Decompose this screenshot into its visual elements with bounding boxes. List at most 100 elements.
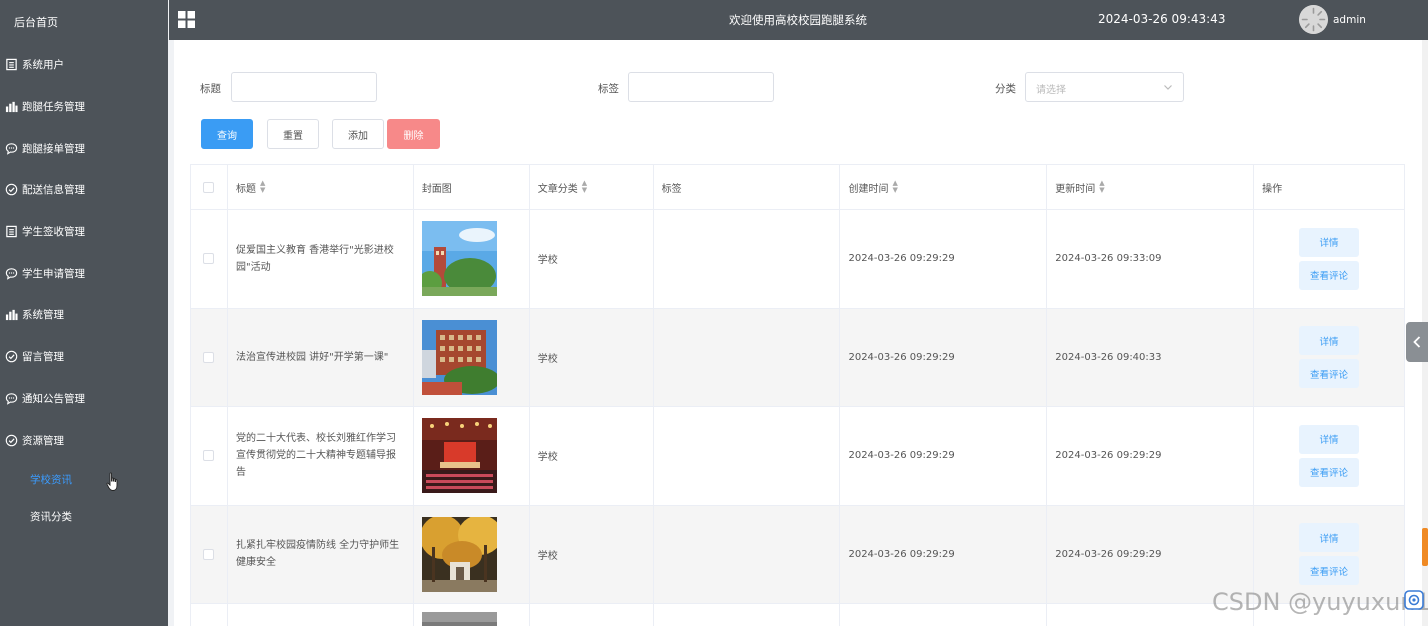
view-comments-button[interactable]: 查看评论 [1299, 260, 1360, 290]
category-cell: 学校 [529, 210, 654, 309]
header-cell-select [191, 165, 228, 210]
bar-chart-icon [4, 100, 18, 114]
sort-icon[interactable]: ▲ ▼ [582, 180, 587, 194]
created-cell: 2024-03-26 09:29:29 [840, 407, 1048, 506]
grid-menu-icon[interactable] [178, 11, 195, 28]
header-cell-category[interactable]: 文章分类 ▲ ▼ [529, 165, 654, 210]
reset-button[interactable]: 重置 [267, 119, 319, 149]
row-checkbox[interactable] [203, 253, 215, 265]
view-comments-button[interactable]: 查看评论 [1299, 556, 1360, 586]
cover-image[interactable] [421, 516, 497, 592]
sidebar-item-errand-orders[interactable]: 跑腿接单管理 [0, 127, 168, 169]
title-filter-label: 标题 [200, 83, 221, 95]
updated-value: 2024-03-26 09:33:09 [1055, 253, 1162, 265]
sidebar-item-label: 留言管理 [22, 351, 64, 364]
header-cell-created[interactable]: 创建时间 ▲ ▼ [840, 165, 1048, 210]
view-comments-button[interactable]: 查看评论 [1299, 457, 1360, 487]
title-cell: 党的二十大代表、校长刘雅红作学习宣传贯彻党的二十大精神专题辅导报告 [227, 407, 414, 506]
view-comments-button[interactable]: 查看评论 [1299, 359, 1360, 389]
sidebar-subitem-news-categories[interactable]: 资讯分类 [0, 498, 168, 535]
sidebar-item-student-receipts[interactable]: 学生签收管理 [0, 211, 168, 253]
cover-image[interactable] [421, 319, 497, 395]
table-row: 法治宣传进校园 讲好"开学第一课" 学校 2024-03-26 09:29:29… [191, 308, 1405, 407]
sidebar-item-system-management[interactable]: 系统管理 [0, 294, 168, 336]
sidebar-item-system-users[interactable]: 系统用户 [0, 44, 168, 86]
cover-image[interactable] [421, 612, 497, 626]
sidebar-item-label: 学生申请管理 [22, 267, 85, 280]
bar-chart-icon [4, 308, 18, 322]
updated-cell: 2024-03-26 09:33:09 [1047, 210, 1255, 309]
updated-cell: 2024-03-26 09:40:33 [1047, 308, 1255, 407]
floating-assistant-icon[interactable] [1404, 590, 1424, 610]
select-cell [191, 604, 228, 626]
row-checkbox[interactable] [203, 351, 215, 363]
created-value: 2024-03-26 09:29:29 [848, 450, 955, 462]
sidebar-item-home[interactable]: 后台首页 [0, 0, 168, 44]
detail-button[interactable]: 详情 [1299, 326, 1360, 356]
username[interactable]: admin [1333, 14, 1366, 26]
header-cell-cover: 封面图 [413, 165, 530, 210]
row-checkbox[interactable] [203, 450, 215, 462]
collapse-panel-button[interactable] [1406, 322, 1428, 362]
header-cell-updated[interactable]: 更新时间 ▲ ▼ [1047, 165, 1255, 210]
title-cell: 促爱国主义教育 香港举行"光影进校园"活动 [227, 210, 414, 309]
sidebar-item-label: 资源管理 [22, 434, 64, 447]
category-cell: 学校 [529, 308, 654, 407]
tags-cell [654, 604, 841, 626]
sidebar-subitem-school-news[interactable]: 学校资讯 [0, 461, 168, 498]
sidebar-item-errand-tasks[interactable]: 跑腿任务管理 [0, 86, 168, 128]
actions-cell: 详情 查看评论 [1254, 407, 1405, 506]
delete-button[interactable]: 删除 [387, 119, 440, 149]
updated-value: 2024-03-26 09:29:29 [1055, 548, 1162, 560]
main-content: 标题 标签 分类 请选择 查询 重置 添加 删除 标题 ▲ ▼ 封面图 文章分类 ▲ ▼… [174, 40, 1424, 626]
sort-icon[interactable]: ▲ ▼ [1099, 180, 1104, 194]
sidebar-item-label: 跑腿任务管理 [22, 101, 85, 114]
category-filter-label: 分类 [995, 83, 1016, 95]
select-cell [191, 407, 228, 506]
document-icon [4, 58, 18, 72]
sidebar-item-announcements[interactable]: 通知公告管理 [0, 378, 168, 420]
table-row: 党的二十大代表、校长刘雅红作学习宣传贯彻党的二十大精神专题辅导报告 学校 202… [191, 407, 1405, 506]
select-all-checkbox[interactable] [203, 181, 215, 193]
sidebar-item-label: 跑腿接单管理 [22, 142, 85, 155]
sidebar-item-resources[interactable]: 资源管理 [0, 419, 168, 461]
add-button[interactable]: 添加 [332, 119, 384, 149]
cover-image[interactable] [421, 221, 497, 297]
table-row: 促爱国主义教育 香港举行"光影进校园"活动 学校 2024-03-26 09:2… [191, 210, 1405, 309]
top-header: 欢迎使用高校校园跑腿系统 2024-03-26 09:43:43 admin [169, 0, 1428, 40]
created-cell: 2024-03-26 09:29:29 [840, 308, 1048, 407]
category-select[interactable]: 请选择 [1025, 72, 1184, 102]
hand-cursor-icon [106, 472, 118, 491]
column-header: 文章分类 [537, 183, 578, 195]
created-value: 2024-03-26 09:29:29 [848, 548, 955, 560]
scrollbar-thumb[interactable] [1422, 528, 1428, 566]
detail-button[interactable]: 详情 [1299, 424, 1360, 454]
sidebar-subitem-label: 资讯分类 [30, 510, 72, 523]
sidebar-item-student-applications[interactable]: 学生申请管理 [0, 252, 168, 294]
sort-icon[interactable]: ▲ ▼ [260, 180, 265, 194]
search-button[interactable]: 查询 [201, 119, 253, 149]
title-filter-input[interactable] [231, 72, 377, 102]
sort-icon[interactable]: ▲ ▼ [892, 180, 897, 194]
table-header: 标题 ▲ ▼ 封面图 文章分类 ▲ ▼ 标签 创建时间 ▲ ▼ 更新时间 ▲ ▼ 操作 [191, 165, 1405, 210]
current-datetime: 2024-03-26 09:43:43 [1098, 12, 1226, 26]
header-cell-title[interactable]: 标题 ▲ ▼ [227, 165, 414, 210]
row-checkbox[interactable] [203, 548, 215, 560]
created-cell [840, 604, 1048, 626]
detail-button[interactable]: 详情 [1299, 227, 1360, 257]
created-value: 2024-03-26 09:29:29 [848, 351, 955, 363]
category-value: 学校 [537, 353, 558, 365]
sidebar-item-delivery-info[interactable]: 配送信息管理 [0, 169, 168, 211]
avatar[interactable] [1299, 5, 1328, 34]
detail-button[interactable]: 详情 [1299, 523, 1360, 553]
tags-cell [653, 505, 841, 604]
category-cell [530, 604, 654, 626]
tag-filter-input[interactable] [628, 72, 774, 102]
chat-icon [4, 141, 18, 155]
category-cell: 学校 [529, 407, 654, 506]
title-cell: 扎紧扎牢校园疫情防线 全力守护师生健康安全 [227, 505, 414, 604]
sidebar-item-messages[interactable]: 留言管理 [0, 336, 168, 378]
header-cell-tags: 标签 [653, 165, 841, 210]
updated-value: 2024-03-26 09:40:33 [1055, 351, 1162, 363]
cover-image[interactable] [421, 418, 497, 494]
